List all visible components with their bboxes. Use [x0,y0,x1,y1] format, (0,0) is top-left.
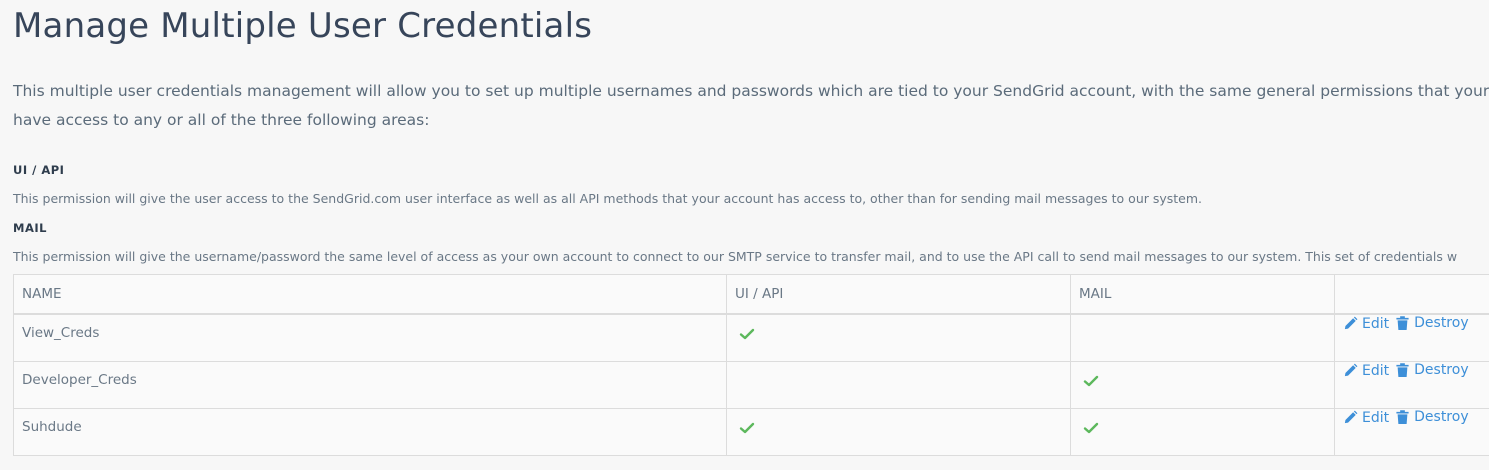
mail-permission-cell [1070,313,1335,362]
check-icon [1083,422,1099,434]
column-header-mail: MAIL [1070,274,1335,315]
mail-permission-description: This permission will give the username/p… [13,249,1458,264]
credentials-page: Manage Multiple User Credentials This mu… [0,0,1489,470]
edit-button[interactable]: Edit [1343,316,1389,332]
credential-name-cell: Suhdude [13,408,727,456]
credential-name: View_Creds [22,325,100,341]
ui-api-permission-heading: UI / API [13,163,65,177]
row-actions-cell: Edit Destroy [1334,361,1489,409]
mail-permission-cell [1070,408,1335,456]
table-row: View_Creds Edit Destroy [13,313,1489,362]
table-header-row: NAME UI / API MAIL [13,274,1489,315]
edit-button[interactable]: Edit [1343,410,1389,426]
destroy-button[interactable]: Destroy [1395,315,1469,331]
credential-name: Developer_Creds [22,372,137,388]
check-icon [1083,375,1099,387]
table-row: Suhdude Edit Destroy [13,408,1489,456]
column-header-actions [1334,274,1489,315]
check-icon [739,328,755,340]
pencil-icon [1344,410,1358,424]
intro-text: This multiple user credentials managemen… [13,77,1489,135]
mail-permission-cell [1070,361,1335,409]
pencil-icon [1344,363,1358,377]
ui-api-permission-description: This permission will give the user acces… [13,191,1203,206]
pencil-icon [1344,316,1358,330]
mail-permission-heading: MAIL [13,221,47,235]
destroy-label: Destroy [1414,315,1469,331]
trash-icon [1396,410,1409,424]
trash-icon [1396,316,1409,330]
edit-label: Edit [1362,409,1390,426]
credential-name: Suhdude [22,419,82,435]
destroy-label: Destroy [1414,409,1469,425]
destroy-label: Destroy [1414,362,1469,378]
credential-name-cell: View_Creds [13,313,727,362]
table-row: Developer_Creds Edit Destroy [13,361,1489,409]
column-header-name: NAME [13,274,727,315]
intro-line-1: This multiple user credentials managemen… [13,82,1489,100]
credentials-table: NAME UI / API MAIL View_Creds Edit Destroy… [13,274,1489,456]
row-actions-cell: Edit Destroy [1334,313,1489,362]
intro-line-2: have access to any or all of the three f… [13,111,430,129]
ui-api-permission-cell [726,361,1071,409]
check-icon [739,422,755,434]
destroy-button[interactable]: Destroy [1395,362,1469,378]
edit-label: Edit [1362,362,1390,379]
ui-api-permission-cell [726,313,1071,362]
row-actions-cell: Edit Destroy [1334,408,1489,456]
column-header-ui-api: UI / API [726,274,1071,315]
page-title: Manage Multiple User Credentials [13,6,593,46]
destroy-button[interactable]: Destroy [1395,409,1469,425]
credential-name-cell: Developer_Creds [13,361,727,409]
ui-api-permission-cell [726,408,1071,456]
trash-icon [1396,363,1409,377]
edit-label: Edit [1362,315,1390,332]
edit-button[interactable]: Edit [1343,363,1389,379]
